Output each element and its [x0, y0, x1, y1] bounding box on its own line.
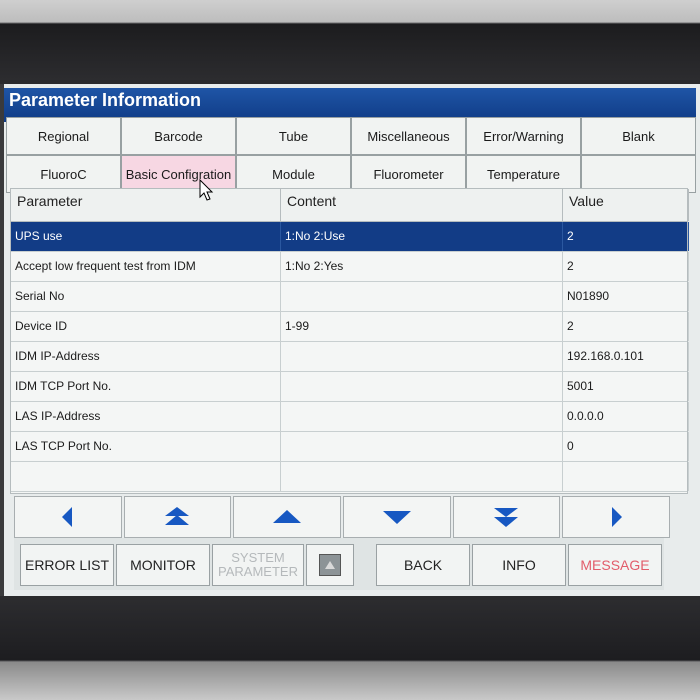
value-cell	[563, 462, 689, 491]
column-header-parameter: Parameter	[11, 189, 281, 221]
value-cell: 192.168.0.101	[563, 342, 689, 371]
arrow-right-icon	[612, 507, 623, 527]
parameter-cell: IDM IP-Address	[11, 342, 281, 371]
table-row[interactable]: Serial No N01890	[11, 282, 689, 312]
system-parameter-label-line2: PARAMETER	[218, 564, 298, 579]
value-cell: 0	[563, 432, 689, 461]
error-list-button[interactable]: ERROR LIST	[20, 544, 114, 586]
tab-barcode[interactable]: Barcode	[121, 117, 236, 155]
navigation-bar	[14, 496, 670, 538]
tab-bar: Regional Barcode Tube Miscellaneous Erro…	[6, 117, 696, 193]
content-cell: 1-99	[281, 312, 563, 341]
triangle-up-icon	[325, 561, 335, 569]
square-icon	[319, 554, 341, 576]
page-down-icon	[494, 508, 519, 527]
system-parameter-button[interactable]: SYSTEM PARAMETER	[212, 544, 304, 586]
device-bezel-top	[0, 0, 700, 80]
device-bezel-bottom	[0, 600, 700, 700]
column-header-value: Value	[563, 189, 689, 221]
value-cell: N01890	[563, 282, 689, 311]
content-cell	[281, 432, 563, 461]
tab-blank[interactable]: Blank	[581, 117, 696, 155]
mouse-cursor-icon	[199, 179, 214, 201]
table-row[interactable]: IDM TCP Port No. 5001	[11, 372, 689, 402]
content-cell: 1:No 2:Yes	[281, 252, 563, 281]
parameter-table: Parameter Content Value UPS use 1:No 2:U…	[10, 188, 689, 494]
parameter-cell: LAS IP-Address	[11, 402, 281, 431]
content-cell	[281, 342, 563, 371]
message-button[interactable]: MESSAGE	[568, 544, 662, 586]
content-cell	[281, 282, 563, 311]
scroll-right-button[interactable]	[562, 496, 670, 538]
tab-regional[interactable]: Regional	[6, 117, 121, 155]
table-header: Parameter Content Value	[11, 189, 689, 222]
page-up-icon	[165, 507, 190, 525]
parameter-cell: IDM TCP Port No.	[11, 372, 281, 401]
back-button[interactable]: BACK	[376, 544, 470, 586]
arrow-up-icon	[273, 510, 302, 523]
scroll-up-button[interactable]	[233, 496, 341, 538]
column-header-content: Content	[281, 189, 563, 221]
parameter-cell: Accept low frequent test from IDM	[11, 252, 281, 281]
scroll-left-button[interactable]	[14, 496, 122, 538]
value-cell: 2	[563, 222, 689, 251]
parameter-cell: Serial No	[11, 282, 281, 311]
page-up-button[interactable]	[123, 496, 232, 538]
system-parameter-label-line1: SYSTEM	[231, 550, 285, 565]
parameter-cell	[11, 462, 281, 491]
parameter-cell: LAS TCP Port No.	[11, 432, 281, 461]
table-row[interactable]: Device ID 1-99 2	[11, 312, 689, 342]
content-cell	[281, 462, 563, 491]
value-cell: 2	[563, 252, 689, 281]
bottom-toolbar: ERROR LIST MONITOR SYSTEM PARAMETER BACK…	[14, 538, 664, 590]
table-row[interactable]: Accept low frequent test from IDM 1:No 2…	[11, 252, 689, 282]
content-cell: 1:No 2:Use	[281, 222, 563, 251]
info-button[interactable]: INFO	[472, 544, 566, 586]
arrow-left-icon	[61, 507, 72, 527]
value-cell: 5001	[563, 372, 689, 401]
parameter-cell: UPS use	[11, 222, 281, 251]
monitor-button[interactable]: MONITOR	[116, 544, 210, 586]
table-row[interactable]: IDM IP-Address 192.168.0.101	[11, 342, 689, 372]
value-cell: 0.0.0.0	[563, 402, 689, 431]
content-cell	[281, 402, 563, 431]
table-row[interactable]: LAS IP-Address 0.0.0.0	[11, 402, 689, 432]
arrow-down-icon	[382, 511, 411, 524]
page-down-button[interactable]	[452, 496, 561, 538]
parameter-cell: Device ID	[11, 312, 281, 341]
tab-error-warning[interactable]: Error/Warning	[466, 117, 581, 155]
window-title: Parameter Information	[9, 90, 202, 110]
table-row[interactable]: UPS use 1:No 2:Use 2	[11, 222, 689, 252]
tab-miscellaneous[interactable]: Miscellaneous	[351, 117, 466, 155]
content-cell	[281, 372, 563, 401]
scroll-down-button[interactable]	[342, 496, 451, 538]
table-row[interactable]: LAS TCP Port No. 0	[11, 432, 689, 462]
table-row[interactable]	[11, 462, 689, 492]
value-cell: 2	[563, 312, 689, 341]
tab-tube[interactable]: Tube	[236, 117, 351, 155]
square-toggle-button[interactable]	[306, 544, 354, 586]
